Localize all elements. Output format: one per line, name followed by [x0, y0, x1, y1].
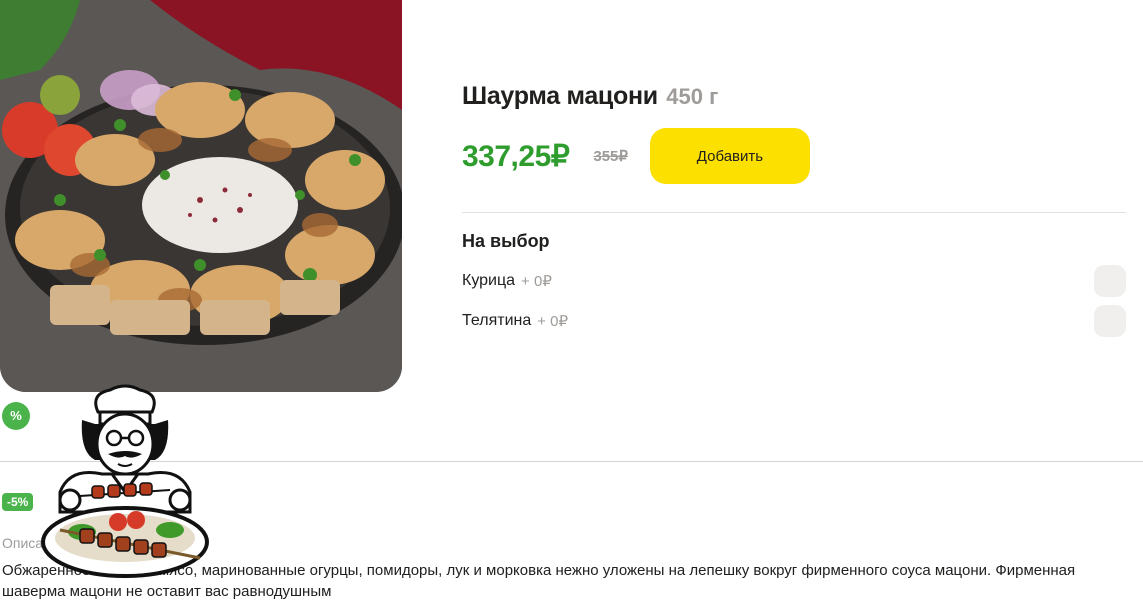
option-label: Курица [462, 272, 516, 289]
option-price: + 0₽ [537, 313, 569, 330]
divider [462, 212, 1126, 213]
price-old: 355₽ [593, 148, 628, 165]
option-chicken[interactable]: Курица + 0₽ [462, 265, 1126, 297]
option-veal[interactable]: Телятина + 0₽ [462, 305, 1126, 337]
option-price: + 0₽ [521, 273, 552, 290]
price-current: 337,25₽ [462, 139, 570, 173]
checkbox-icon[interactable] [1094, 265, 1126, 297]
chef-with-kebab-icon [40, 382, 210, 588]
option-label: Телятина [462, 312, 532, 329]
discount-badge: -5% [2, 493, 34, 511]
product-weight: 450 г [666, 84, 719, 109]
add-to-cart-button[interactable]: Добавить [649, 128, 810, 184]
product-header: Шаурма мацони 450 г [462, 82, 718, 111]
price-row: 337,25₽ 355₽ Добавить [462, 128, 810, 184]
checkbox-icon[interactable] [1094, 305, 1126, 337]
discount-icon: % [2, 402, 30, 430]
product-title: Шаурма мацони [462, 82, 658, 110]
product-photo [0, 0, 402, 392]
options-title: На выбор [462, 231, 550, 251]
